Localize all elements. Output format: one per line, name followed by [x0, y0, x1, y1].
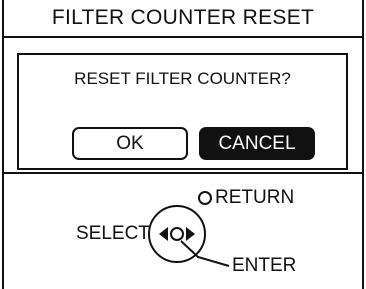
- arrow-left-icon: [159, 227, 168, 241]
- enter-pointer-line: [180, 240, 230, 267]
- select-label: SELECT: [76, 223, 150, 244]
- dial-control-icon: [148, 191, 230, 267]
- arrow-right-icon: [186, 227, 195, 241]
- return-label: RETURN: [215, 187, 295, 208]
- center-button-icon: [170, 227, 184, 241]
- return-button-icon: [198, 191, 212, 205]
- dial-ring-icon: [148, 205, 206, 263]
- enter-label: ENTER: [232, 255, 297, 276]
